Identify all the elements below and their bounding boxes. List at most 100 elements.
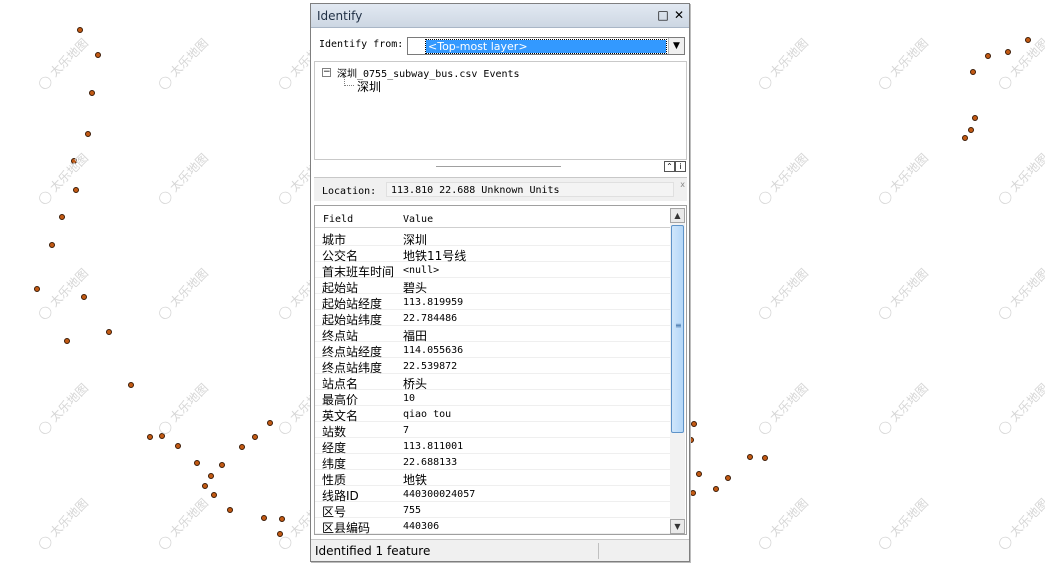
watermark: ◯ 太乐地图 <box>754 380 811 437</box>
results-tree: − 深圳_0755_subway_bus.csv Events 深圳 <box>314 61 687 160</box>
table-row[interactable]: 纬度 22.688133 <box>315 454 671 471</box>
map-point[interactable] <box>972 115 978 121</box>
map-point[interactable] <box>970 69 976 75</box>
map-point[interactable] <box>89 90 95 96</box>
map-point[interactable] <box>211 492 217 498</box>
map-point[interactable] <box>147 434 153 440</box>
table-row[interactable]: 公交名 地铁11号线 <box>315 246 671 263</box>
map-point[interactable] <box>202 483 208 489</box>
map-point[interactable] <box>59 214 65 220</box>
watermark: ◯ 太乐地图 <box>874 265 931 322</box>
map-point[interactable] <box>73 187 79 193</box>
tree-feature-node[interactable]: 深圳 <box>357 78 381 95</box>
field-value: qiao tou <box>403 409 452 420</box>
identify-from-selected: <Top-most layer> <box>425 39 667 54</box>
watermark: ◯ 太乐地图 <box>874 495 931 552</box>
map-point[interactable] <box>106 329 112 335</box>
location-close-icon[interactable]: x <box>680 180 685 189</box>
map-point[interactable] <box>1005 49 1011 55</box>
header-field[interactable]: Field <box>323 214 353 225</box>
info-icon[interactable]: i <box>675 161 686 172</box>
location-label: Location: <box>322 186 377 197</box>
table-row[interactable]: 终点站经度 114.055636 <box>315 342 671 359</box>
watermark: ◯ 太乐地图 <box>754 35 811 92</box>
map-point[interactable] <box>690 490 696 496</box>
table-row[interactable]: 起始站纬度 22.784486 <box>315 310 671 327</box>
table-row[interactable]: 终点站纬度 22.539872 <box>315 358 671 375</box>
map-point[interactable] <box>968 127 974 133</box>
map-point[interactable] <box>985 53 991 59</box>
map-point[interactable] <box>128 382 134 388</box>
scroll-down-icon[interactable]: ▼ <box>670 519 685 534</box>
map-point[interactable] <box>85 131 91 137</box>
table-row[interactable]: 首末班车时间 <null> <box>315 262 671 279</box>
scroll-thumb[interactable]: ≡ <box>671 225 684 433</box>
table-row[interactable]: 性质 地铁 <box>315 470 671 487</box>
collapse-panel-icon[interactable]: ⌃ <box>664 161 675 172</box>
watermark: ◯ 太乐地图 <box>154 150 211 207</box>
table-row[interactable]: 英文名 qiao tou <box>315 406 671 423</box>
map-point[interactable] <box>34 286 40 292</box>
identify-window[interactable]: Identify □ ✕ Identify from: <Top-most la… <box>310 3 690 562</box>
field-value: <null> <box>403 265 440 276</box>
field-value: 114.055636 <box>403 345 464 356</box>
watermark: ◯ 太乐地图 <box>994 495 1045 552</box>
map-point[interactable] <box>219 462 225 468</box>
maximize-icon[interactable]: □ <box>656 8 670 22</box>
scroll-up-icon[interactable]: ▲ <box>670 208 685 223</box>
map-point[interactable] <box>239 444 245 450</box>
grid-rows: 城市 深圳 公交名 地铁11号线 首末班车时间 <null> 起始站 碧头 起始站经度 113.8… <box>315 230 671 534</box>
table-row[interactable]: 终点站 福田 <box>315 326 671 343</box>
chevron-down-icon[interactable]: ▼ <box>668 38 684 54</box>
map-point[interactable] <box>227 507 233 513</box>
map-point[interactable] <box>194 460 200 466</box>
watermark: ◯ 太乐地图 <box>874 150 931 207</box>
map-point[interactable] <box>747 454 753 460</box>
map-point[interactable] <box>279 516 285 522</box>
table-row[interactable]: 站点名 桥头 <box>315 374 671 391</box>
identify-from-label: Identify from: <box>319 39 404 50</box>
watermark: ◯ 太乐地图 <box>34 150 91 207</box>
identify-from-dropdown[interactable]: <Top-most layer> ▼ <box>407 37 685 55</box>
field-value: 440306 <box>403 521 440 532</box>
table-row[interactable]: 区县编码 440306 <box>315 518 671 534</box>
watermark: ◯ 太乐地图 <box>34 35 91 92</box>
table-row[interactable]: 线路ID 440300024057 <box>315 486 671 503</box>
map-point[interactable] <box>713 486 719 492</box>
vertical-scrollbar[interactable]: ▲ ≡ ▼ <box>670 208 685 534</box>
map-point[interactable] <box>962 135 968 141</box>
table-row[interactable]: 最高价 10 <box>315 390 671 407</box>
table-row[interactable]: 城市 深圳 <box>315 230 671 247</box>
map-point[interactable] <box>696 471 702 477</box>
field-value: 755 <box>403 505 422 516</box>
map-point[interactable] <box>64 338 70 344</box>
table-row[interactable]: 经度 113.811001 <box>315 438 671 455</box>
watermark: ◯ 太乐地图 <box>34 380 91 437</box>
field-value: 22.688133 <box>403 457 458 468</box>
collapse-tree-icon[interactable]: − <box>322 68 331 77</box>
map-point[interactable] <box>81 294 87 300</box>
tree-connector <box>344 76 354 86</box>
map-point[interactable] <box>77 27 83 33</box>
watermark: ◯ 太乐地图 <box>154 265 211 322</box>
map-point[interactable] <box>95 52 101 58</box>
close-icon[interactable]: ✕ <box>672 8 686 22</box>
field-value: 22.784486 <box>403 313 458 324</box>
table-row[interactable]: 站数 7 <box>315 422 671 439</box>
map-point[interactable] <box>762 455 768 461</box>
panel-splitter[interactable] <box>436 166 561 168</box>
title-bar[interactable]: Identify □ ✕ <box>311 4 689 28</box>
map-point[interactable] <box>691 421 697 427</box>
table-row[interactable]: 起始站经度 113.819959 <box>315 294 671 311</box>
map-point[interactable] <box>175 443 181 449</box>
map-point[interactable] <box>49 242 55 248</box>
status-bar: Identified 1 feature <box>311 539 689 561</box>
map-point[interactable] <box>725 475 731 481</box>
header-value[interactable]: Value <box>403 214 433 225</box>
map-point[interactable] <box>208 473 214 479</box>
table-row[interactable]: 区号 755 <box>315 502 671 519</box>
table-row[interactable]: 起始站 碧头 <box>315 278 671 295</box>
map-point[interactable] <box>252 434 258 440</box>
map-point[interactable] <box>261 515 267 521</box>
watermark: ◯ 太乐地图 <box>874 35 931 92</box>
